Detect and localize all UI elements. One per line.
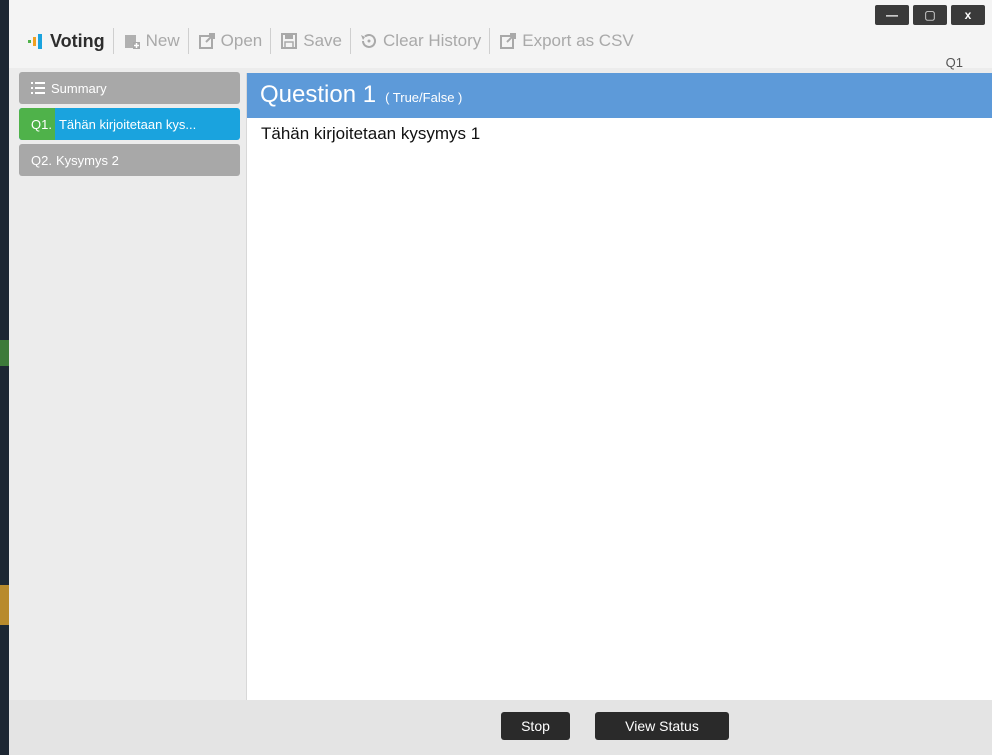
current-question-indicator: Q1 bbox=[945, 55, 963, 70]
export-csv-button[interactable]: Export as CSV bbox=[490, 31, 642, 51]
question-sidebar: Summary Q1. Tähän kirjoitetaan kys... Q2… bbox=[9, 68, 245, 706]
view-status-button[interactable]: View Status bbox=[595, 712, 729, 740]
new-label: New bbox=[145, 31, 180, 50]
question-type: ( True/False ) bbox=[385, 90, 463, 105]
minimize-button[interactable]: — bbox=[875, 5, 909, 25]
window-controls: — ▢ x bbox=[875, 5, 985, 25]
sidebar-item-summary[interactable]: Summary bbox=[19, 72, 240, 104]
export-label: Export as CSV bbox=[522, 31, 634, 50]
brand-label: Voting bbox=[50, 30, 105, 51]
question-text: Tähän kirjoitetaan kysymys 1 bbox=[261, 124, 481, 143]
voting-brand: Voting bbox=[22, 31, 113, 52]
open-icon bbox=[197, 31, 217, 51]
desktop-decor bbox=[0, 585, 9, 625]
clear-history-button[interactable]: Clear History bbox=[351, 31, 489, 51]
sidebar-item-label: Kysymys 2 bbox=[55, 152, 119, 168]
voting-logo-icon bbox=[26, 31, 46, 51]
save-button[interactable]: Save bbox=[271, 31, 350, 51]
sidebar-item-q1[interactable]: Q1. Tähän kirjoitetaan kys... bbox=[19, 108, 240, 140]
open-label: Open bbox=[220, 31, 263, 50]
desktop-background-strip bbox=[0, 0, 9, 755]
question-number-badge: Q1. bbox=[19, 108, 55, 140]
sidebar-item-q2[interactable]: Q2. Kysymys 2 bbox=[19, 144, 240, 176]
open-button[interactable]: Open bbox=[189, 31, 271, 51]
toolbar: Voting New Open Save Clear History Expor… bbox=[9, 0, 992, 70]
sidebar-item-label: Tähän kirjoitetaan kys... bbox=[58, 116, 197, 132]
question-title: Question 1 bbox=[260, 81, 377, 108]
footer-bar: Stop View Status bbox=[9, 700, 992, 755]
close-button[interactable]: x bbox=[951, 5, 985, 25]
list-icon bbox=[31, 82, 45, 94]
question-header: Question 1 ( True/False ) bbox=[247, 73, 992, 118]
stop-button[interactable]: Stop bbox=[501, 712, 570, 740]
history-icon bbox=[359, 31, 379, 51]
new-button[interactable]: New bbox=[114, 31, 188, 51]
question-panel: Question 1 ( True/False ) Tähän kirjoite… bbox=[246, 73, 992, 700]
clear-history-label: Clear History bbox=[383, 31, 482, 50]
new-doc-icon bbox=[122, 31, 142, 51]
sidebar-item-label: Summary bbox=[51, 80, 107, 96]
maximize-button[interactable]: ▢ bbox=[913, 5, 947, 25]
question-number: Q2. bbox=[31, 152, 52, 168]
voting-app-window: Voting New Open Save Clear History Expor… bbox=[9, 0, 992, 755]
export-icon bbox=[498, 31, 518, 51]
save-label: Save bbox=[303, 31, 343, 50]
desktop-decor bbox=[0, 340, 9, 366]
save-icon bbox=[279, 31, 299, 51]
